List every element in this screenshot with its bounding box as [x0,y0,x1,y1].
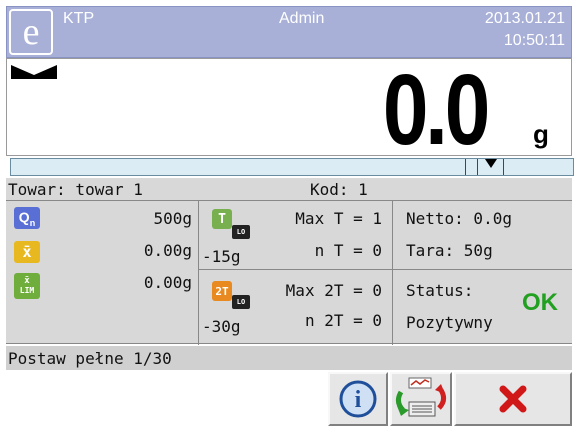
mean-value: 0.00g [143,241,192,260]
logged-user: Admin [279,10,325,27]
export-report-icon [395,377,447,417]
weight-bargraph [10,158,574,176]
product-code: Kod: 1 [310,180,368,199]
nominal-mass-icon: Qn [14,207,40,229]
info-icon: i [339,380,377,418]
tara-value: Tara: 50g [406,241,493,260]
mean-limit-icon: x̄ LIM [14,273,40,299]
weight-unit: g [533,119,549,149]
status-ok-badge: OK [522,289,558,316]
bargraph-pointer-icon [485,159,497,168]
statistics-panel: Qn 500g x̄ 0.00g x̄ LIM 0.00g T LO -15g M… [6,200,572,345]
svg-text:e: e [23,14,40,50]
info-button[interactable]: i [328,372,388,426]
product-label: Towar: towar 1 [8,180,143,199]
n-t-label: n T = 0 [314,241,382,260]
max-2t-label: Max 2T = 0 [285,281,382,300]
status-value: Pozytywny [406,313,493,332]
mean-icon: x̄ [14,241,40,263]
time-display: 10:50:11 [503,32,565,49]
weight-value: 0.0 [382,54,490,166]
date-display: 2013.01.21 [484,10,565,27]
message-bar: Postaw pełne 1/30 [6,346,572,370]
close-icon [499,385,527,413]
app-name: KTP [63,10,95,27]
nominal-mass-value: 500g [153,209,192,228]
t-limit-value: -15g [202,247,241,266]
product-row: Towar: towar 1 Kod: 1 [6,178,572,200]
export-report-button[interactable] [390,372,452,426]
max-t-label: Max T = 1 [295,209,382,228]
t2-low-badge: LO [232,295,250,309]
title-bar: e KTP Admin 2013.01.21 10:50:11 [6,6,572,58]
t-error-icon: T [212,209,232,229]
bargraph-min-mark [465,159,466,175]
message-text: Postaw pełne 1/30 [8,349,172,368]
info-icon-letter: i [355,387,362,413]
status-label: Status: [406,281,474,300]
t-low-badge: LO [232,225,250,239]
mean-limit-value: 0.00g [143,273,192,292]
n-2t-label: n 2T = 0 [304,311,382,330]
app-logo-icon: e [9,9,53,55]
bargraph-mark [477,159,478,175]
t2-error-icon: 2T [212,281,232,301]
button-bar: i [6,370,572,428]
weight-display: 0.0 g [6,54,572,166]
bargraph-max-mark [503,159,504,175]
cancel-button[interactable] [454,372,572,426]
netto-value: Netto: 0.0g [406,209,512,228]
t2-limit-value: -30g [202,317,241,336]
zero-indicator-icon [11,65,57,79]
